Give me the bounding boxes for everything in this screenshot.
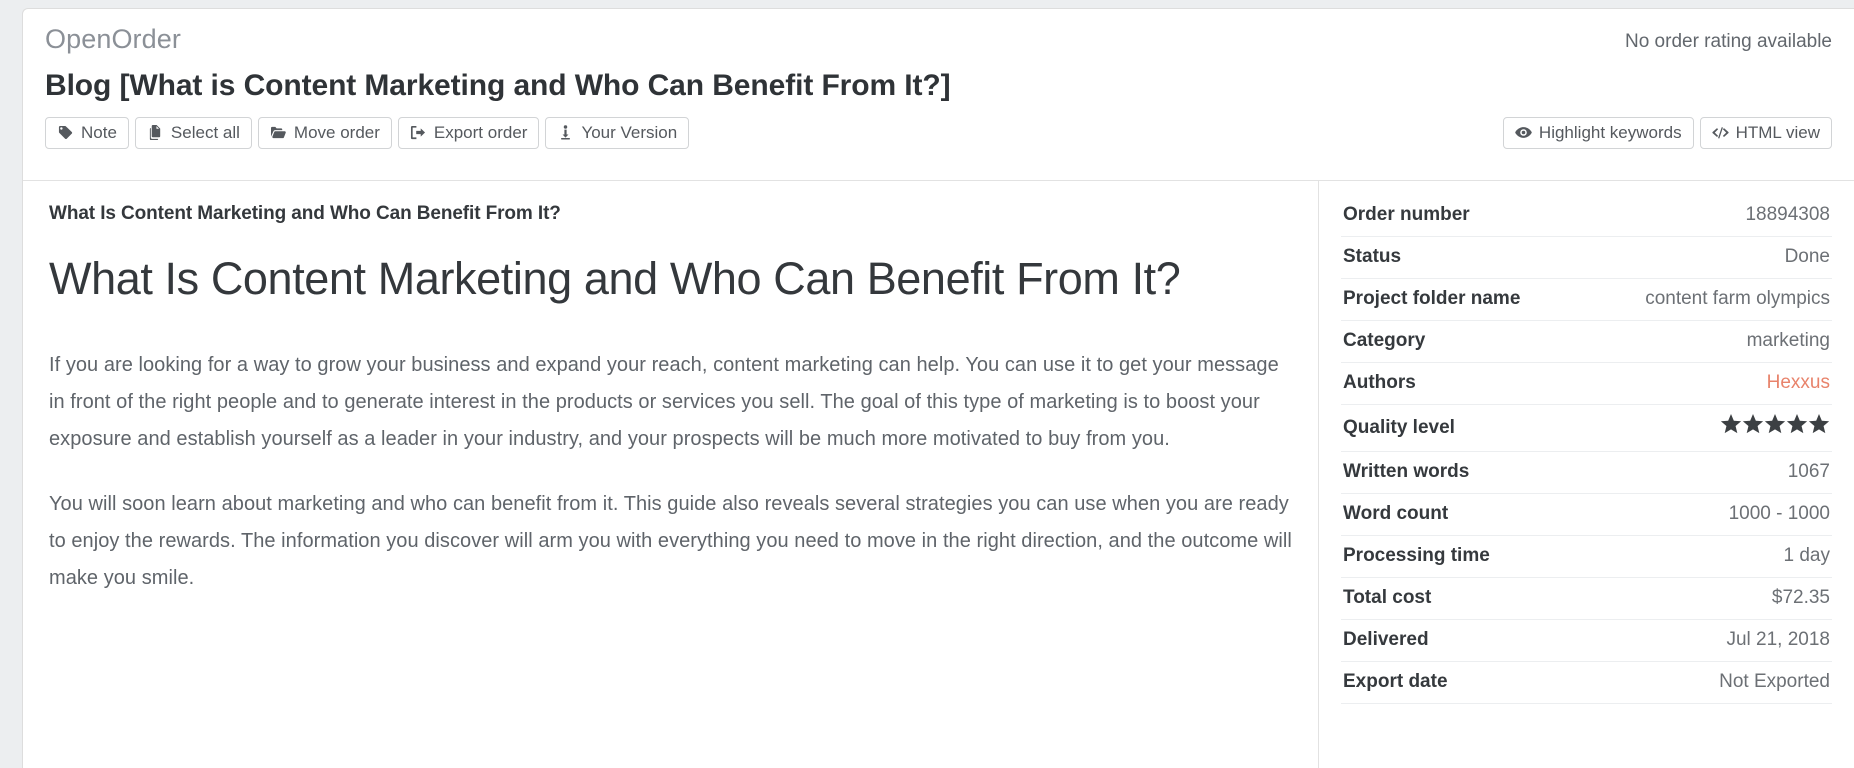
panel-header: OpenOrder No order rating available Blog…: [23, 9, 1854, 181]
table-row: Category marketing: [1341, 321, 1832, 363]
table-row: Order number 18894308: [1341, 195, 1832, 237]
toolbar-left-group: Note Select all Move order Export order …: [45, 117, 690, 150]
move-order-button-label: Move order: [293, 123, 380, 143]
document-heading: What Is Content Marketing and Who Can Be…: [49, 253, 1181, 304]
table-row: Authors Hexxus: [1341, 363, 1832, 405]
table-row: Written words 1067: [1341, 452, 1832, 494]
document-paragraph: You will soon learn about marketing and …: [49, 492, 1292, 589]
open-folder-icon: [270, 124, 287, 141]
highlight-keywords-button-label: Highlight keywords: [1538, 123, 1682, 143]
meta-value: content farm olympics: [1645, 288, 1830, 309]
star-icon: [1764, 414, 1786, 434]
table-row: Export date Not Exported: [1341, 662, 1832, 704]
meta-key: Total cost: [1343, 587, 1432, 608]
copy-files-icon: [147, 124, 164, 141]
table-row: Status Done: [1341, 237, 1832, 279]
meta-key: Export date: [1343, 671, 1448, 692]
meta-key: Authors: [1343, 372, 1416, 393]
meta-key: Word count: [1343, 503, 1449, 524]
meta-value: $72.35: [1771, 587, 1830, 608]
star-rating: [1720, 414, 1830, 435]
app-brand: OpenOrder: [45, 24, 181, 54]
download-person-icon: [557, 124, 574, 141]
table-row: Delivered Jul 21, 2018: [1341, 620, 1832, 662]
table-row: Processing time 1 day: [1341, 536, 1832, 578]
meta-value: 18894308: [1745, 204, 1830, 225]
meta-key: Quality level: [1343, 416, 1455, 438]
meta-key: Delivered: [1343, 629, 1429, 650]
table-row: Word count 1000 - 1000: [1341, 494, 1832, 536]
star-icon: [1720, 414, 1742, 434]
star-icon: [1808, 414, 1830, 434]
meta-value: marketing: [1746, 330, 1830, 351]
tag-icon: [57, 124, 74, 141]
meta-key: Written words: [1343, 461, 1470, 482]
eye-icon: [1515, 124, 1532, 141]
meta-value: 1000 - 1000: [1728, 503, 1830, 524]
page-title: Blog [What is Content Marketing and Who …: [45, 68, 951, 102]
panel-body: What Is Content Marketing and Who Can Be…: [23, 181, 1854, 768]
meta-value: Done: [1784, 246, 1830, 267]
document-subtitle: What Is Content Marketing and Who Can Be…: [49, 203, 561, 224]
sign-out-icon: [410, 124, 427, 141]
meta-key: Project folder name: [1343, 288, 1521, 309]
meta-value: Not Exported: [1719, 671, 1830, 692]
order-meta-sidebar: Order number 18894308 Status Done Project fo…: [1319, 181, 1854, 768]
order-detail-panel: OpenOrder No order rating available Blog…: [22, 8, 1854, 768]
order-meta-table-body: Order number 18894308 Status Done Project fo…: [1341, 195, 1832, 704]
meta-value: 1067: [1787, 461, 1830, 482]
html-view-button[interactable]: HTML view: [1699, 117, 1832, 150]
meta-key: Processing time: [1343, 545, 1490, 566]
select-all-button[interactable]: Select all: [134, 117, 252, 150]
table-row: Quality level: [1341, 405, 1832, 452]
star-icon: [1786, 414, 1808, 434]
quality-stars: [1582, 405, 1832, 452]
meta-value: Jul 21, 2018: [1726, 629, 1830, 650]
meta-key: Category: [1343, 330, 1426, 351]
table-row: Project folder name content farm olympics: [1341, 279, 1832, 321]
star-icon: [1742, 414, 1764, 434]
meta-key: Order number: [1343, 204, 1470, 225]
html-view-button-label: HTML view: [1735, 123, 1820, 143]
your-version-button[interactable]: Your Version: [545, 117, 690, 150]
toolbar: Note Select all Move order Export order …: [45, 117, 1832, 150]
brand-row: OpenOrder No order rating available: [45, 24, 1832, 55]
code-icon: [1711, 124, 1729, 141]
table-row: Total cost $72.35: [1341, 578, 1832, 620]
highlight-keywords-button[interactable]: Highlight keywords: [1502, 117, 1694, 150]
meta-value-link[interactable]: Hexxus: [1582, 363, 1832, 405]
export-order-button[interactable]: Export order: [397, 117, 540, 150]
meta-value: 1 day: [1783, 545, 1830, 566]
document-paragraph: If you are looking for a way to grow you…: [49, 353, 1279, 450]
order-rating-status: No order rating available: [1624, 31, 1832, 52]
note-button-label: Note: [81, 123, 117, 143]
move-order-button[interactable]: Move order: [257, 117, 392, 150]
note-button[interactable]: Note: [45, 117, 129, 150]
meta-key: Status: [1343, 246, 1402, 267]
your-version-button-label: Your Version: [581, 123, 678, 143]
select-all-button-label: Select all: [170, 123, 240, 143]
toolbar-right-group: Highlight keywords HTML view: [1502, 117, 1832, 150]
export-order-button-label: Export order: [433, 123, 528, 143]
order-meta-table: Order number 18894308 Status Done Project fo…: [1341, 195, 1832, 704]
document-content: What Is Content Marketing and Who Can Be…: [23, 181, 1319, 768]
